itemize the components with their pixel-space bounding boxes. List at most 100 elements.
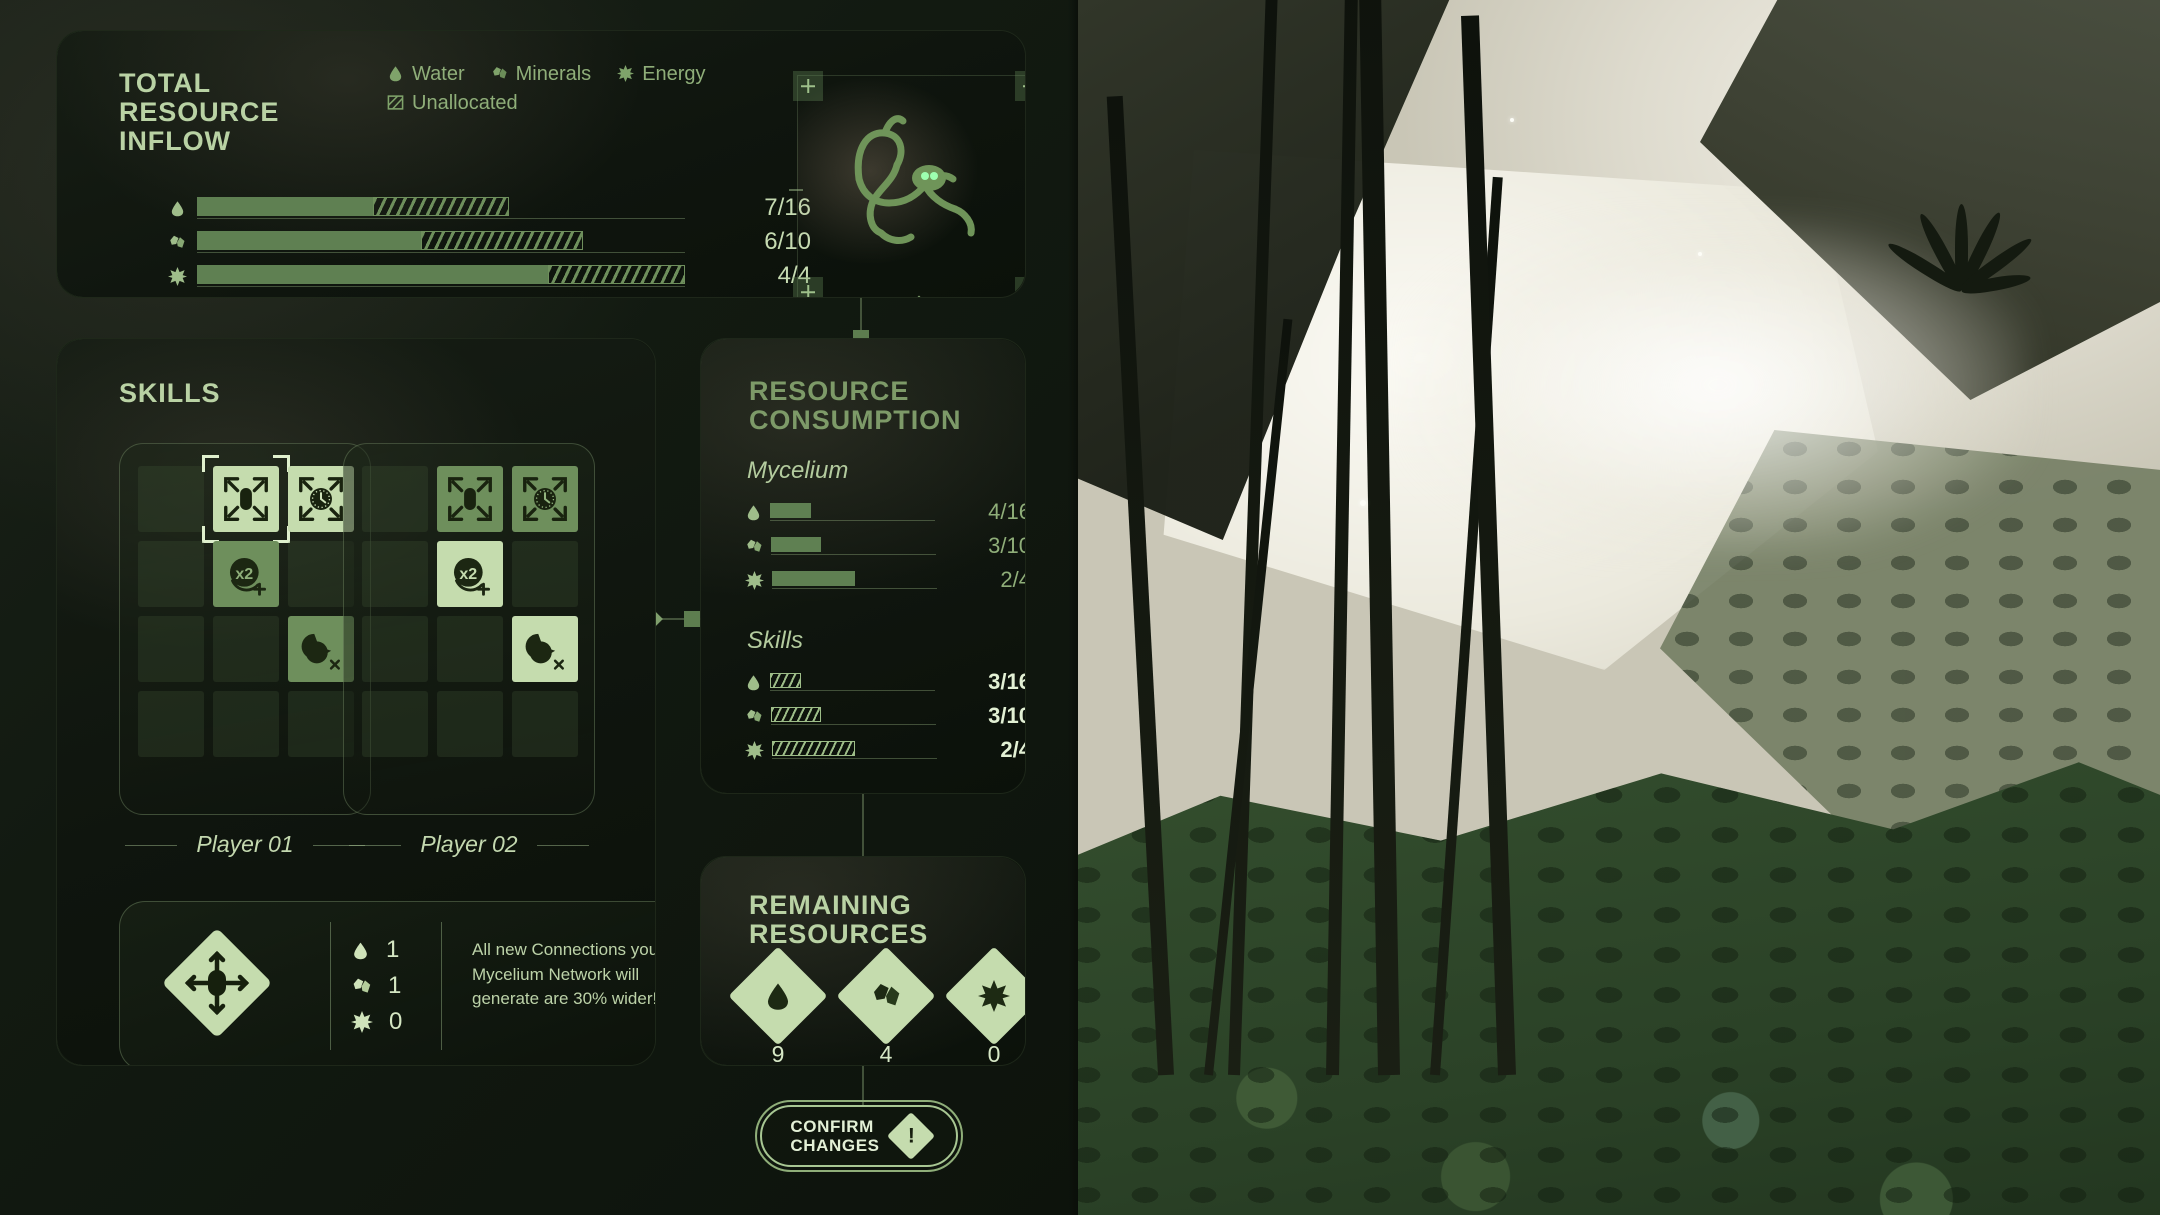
skill-detail-card: 1 1 0 All new Connections your Mycelium … [119, 901, 655, 1065]
inflow-bar-track [197, 231, 685, 253]
player-02-label: Player 02 [343, 831, 595, 858]
skill-cost-value-energy: 0 [389, 1008, 403, 1035]
water-drop-icon [387, 65, 404, 84]
warning-badge-text: ! [907, 1124, 915, 1147]
legend-item-minerals: Minerals [491, 63, 592, 86]
skill-cell-empty[interactable] [138, 691, 204, 757]
skill-cell-empty[interactable] [213, 691, 279, 757]
burst-x-icon [525, 633, 564, 670]
skill-cell-empty[interactable] [362, 691, 428, 757]
panel-surface: TOTAL RESOURCE INFLOW Water Minerals Ene… [57, 31, 1025, 297]
skills-bar-track [770, 673, 935, 691]
mineral-rock-icon [747, 709, 762, 722]
svg-text:x2: x2 [235, 565, 253, 583]
inflow-title-line-3: INFLOW [119, 126, 231, 157]
skill-cost-list: 1 1 0 [330, 922, 442, 1050]
expand-spore-diamond-icon [164, 930, 270, 1036]
skill-cell-empty[interactable] [512, 691, 578, 757]
player-01-label: Player 01 [119, 831, 371, 858]
mycelium-bar-value-water: 4/16 [988, 499, 1025, 524]
skill-description: All new Connections your Mycelium Networ… [472, 940, 655, 1009]
skills-title: SKILLS [119, 378, 221, 408]
skill-cell-burst-x[interactable] [512, 616, 578, 682]
expand-clock-icon [299, 477, 343, 521]
skill-cell-x2-plus[interactable]: x2 [437, 541, 503, 607]
legend-label-water: Water [412, 63, 465, 85]
resource-legend: Water Minerals Energy Unallocated [387, 63, 817, 121]
skill-cell-expand-clock[interactable] [512, 466, 578, 532]
remaining-resources-panel: REMAINING RESOURCES 9 4 0 [700, 856, 1026, 1066]
expand-spore-icon [224, 477, 268, 521]
remaining-diamond-water [728, 946, 828, 1046]
remaining-item-minerals: 4 [836, 946, 936, 1065]
skills-consumption-bars: 3/16 3/10 2/4 [745, 665, 1025, 767]
skill-cell-empty[interactable] [362, 616, 428, 682]
skill-cell-empty[interactable] [437, 691, 503, 757]
skill-cell-empty[interactable] [213, 616, 279, 682]
connector-node-mid [684, 611, 700, 627]
hatched-square-icon [387, 94, 404, 113]
remaining-diamond-minerals [836, 946, 936, 1046]
skill-cell-empty[interactable] [512, 541, 578, 607]
legend-item-unallocated: Unallocated [387, 92, 518, 115]
remaining-title-line-2: RESOURCES [749, 919, 929, 950]
legend-item-water: Water [387, 63, 465, 86]
skill-cost-value-minerals: 1 [388, 972, 402, 999]
skill-cell-empty[interactable] [138, 616, 204, 682]
skills-bar-water: 3/16 [745, 665, 1025, 699]
mineral-rock-icon [874, 984, 900, 1006]
remaining-diamond-energy [944, 946, 1025, 1046]
remaining-item-water: 9 [728, 946, 828, 1065]
remaining-title-line-1: REMAINING [749, 890, 912, 920]
connector-line-lower [862, 794, 864, 856]
mineral-rock-icon [491, 65, 508, 84]
expand-spore-icon [448, 477, 492, 521]
energy-star-icon [617, 65, 635, 84]
consumption-title-line-2: CONSUMPTION [749, 405, 962, 436]
water-drop-icon [747, 674, 760, 690]
panel-surface: REMAINING RESOURCES 9 4 0 [701, 857, 1025, 1065]
skill-cell-empty[interactable] [138, 466, 204, 532]
skills-bar-value-water: 3/16 [988, 669, 1025, 694]
skill-cell-empty[interactable] [437, 616, 503, 682]
skill-cell-x2-plus[interactable]: x2 [213, 541, 279, 607]
player-02-skill-grid-card: x2 [343, 443, 595, 815]
consumption-section-label-skills: Skills [747, 627, 804, 654]
mycelium-bar-track [771, 537, 936, 555]
skill-cell-empty[interactable] [362, 541, 428, 607]
skill-cost-value-water: 1 [386, 936, 400, 963]
skill-cell-expand-spore[interactable] [202, 455, 290, 543]
scene-plant-silhouette [1840, 120, 2070, 297]
mineral-rock-icon [747, 539, 762, 552]
mycelium-bar-track [772, 571, 937, 589]
inflow-title-line-2: RESOURCE [119, 97, 280, 128]
remaining-count-energy: 0 [987, 1041, 1001, 1065]
legend-label-minerals: Minerals [515, 63, 592, 85]
skill-cell-empty[interactable] [362, 466, 428, 532]
consumption-section-label-mycelium: Mycelium [747, 457, 849, 484]
skill-cell-empty[interactable] [138, 541, 204, 607]
mycelium-bar-track [770, 503, 935, 521]
mycelium-creature-preview[interactable] [789, 71, 1025, 297]
mycelium-bar-water: 4/16 [745, 495, 1025, 529]
remaining-count-water: 9 [771, 1041, 785, 1065]
mycelium-bar-value-minerals: 3/10 [988, 533, 1025, 558]
skill-cell-expand-spore[interactable] [437, 466, 503, 532]
panel-surface: RESOURCE CONSUMPTION Mycelium 4/16 3/10 [701, 339, 1025, 793]
consumption-title: RESOURCE CONSUMPTION [749, 376, 999, 436]
inflow-bar-energy: 4/4 [165, 259, 811, 293]
x2-plus-icon: x2 [453, 557, 490, 596]
legend-label-energy: Energy [642, 63, 706, 85]
player-01-skill-grid: x2 [138, 455, 354, 757]
mycelium-bar-energy: 2/4 [745, 563, 1025, 597]
confirm-changes-button[interactable]: CONFIRM CHANGES ! [755, 1100, 963, 1172]
expand-clock-icon [523, 477, 567, 521]
game-screen: TOTAL RESOURCE INFLOW Water Minerals Ene… [0, 0, 2160, 1215]
water-drop-icon [747, 504, 760, 520]
skills-bar-minerals: 3/10 [745, 699, 1025, 733]
player-01-skill-grid-card: x2 [119, 443, 371, 815]
skills-bar-track [771, 707, 936, 725]
skill-cost-water: 1 [351, 932, 419, 968]
total-resource-inflow-panel: TOTAL RESOURCE INFLOW Water Minerals Ene… [56, 30, 1026, 298]
resource-consumption-panel: RESOURCE CONSUMPTION Mycelium 4/16 3/10 [700, 338, 1026, 794]
